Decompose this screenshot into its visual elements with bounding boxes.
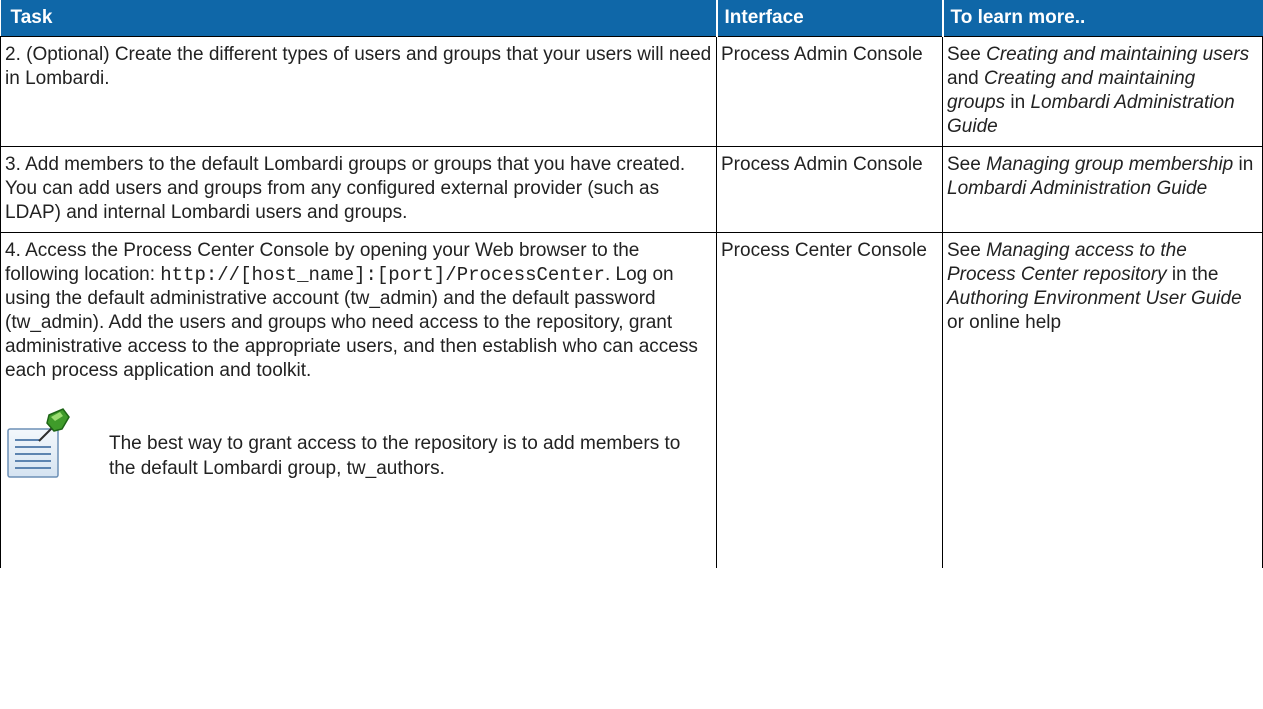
learn-in-the: in the [1166, 264, 1219, 285]
table-row: 3. Add members to the default Lombardi g… [0, 146, 1263, 233]
learn-tail: or online help [947, 312, 1062, 333]
learn-in: in [1005, 92, 1031, 113]
interface-cell: Process Admin Console [716, 36, 943, 147]
table-row: 4. Access the Process Center Console by … [0, 232, 1263, 568]
interface-cell: Process Admin Console [716, 146, 943, 233]
guide-reference: Lombardi Administration Guide [947, 178, 1208, 199]
learn-and: and [947, 68, 984, 89]
task-text: 4. Access the Process Center Console by … [5, 239, 712, 383]
note-text: The best way to grant access to the repo… [109, 433, 681, 479]
tasks-table: Task Interface To learn more.. 2. (Optio… [0, 0, 1263, 568]
note-pushpin-icon [5, 407, 81, 479]
doc-reference-link: Managing group membership [986, 154, 1234, 175]
task-cell: 3. Add members to the default Lombardi g… [0, 146, 717, 233]
learn-see: See [947, 154, 987, 175]
learn-see: See [947, 44, 987, 65]
task-cell: 2. (Optional) Create the different types… [0, 36, 717, 147]
note-block: The best way to grant access to the repo… [5, 407, 712, 481]
guide-reference: Authoring Environment User Guide [947, 288, 1242, 309]
learn-see: See [947, 240, 987, 261]
process-center-url: http://[host_name]:[port]/ProcessCenter [160, 264, 605, 286]
table-header: Task Interface To learn more.. [0, 0, 1263, 37]
table-row: 2. (Optional) Create the different types… [0, 36, 1263, 147]
task-cell: 4. Access the Process Center Console by … [0, 232, 717, 568]
header-task: Task [0, 0, 717, 37]
header-learn-more: To learn more.. [941, 0, 1263, 37]
learn-more-cell: See Creating and maintaining users and C… [942, 36, 1263, 147]
learn-more-cell: See Managing group membership in Lombard… [942, 146, 1263, 233]
interface-cell: Process Center Console [716, 232, 943, 568]
learn-in: in [1233, 154, 1254, 175]
learn-more-cell: See Managing access to the Process Cente… [942, 232, 1263, 568]
doc-reference-link: Creating and maintaining users [986, 44, 1250, 65]
header-interface: Interface [715, 0, 943, 37]
